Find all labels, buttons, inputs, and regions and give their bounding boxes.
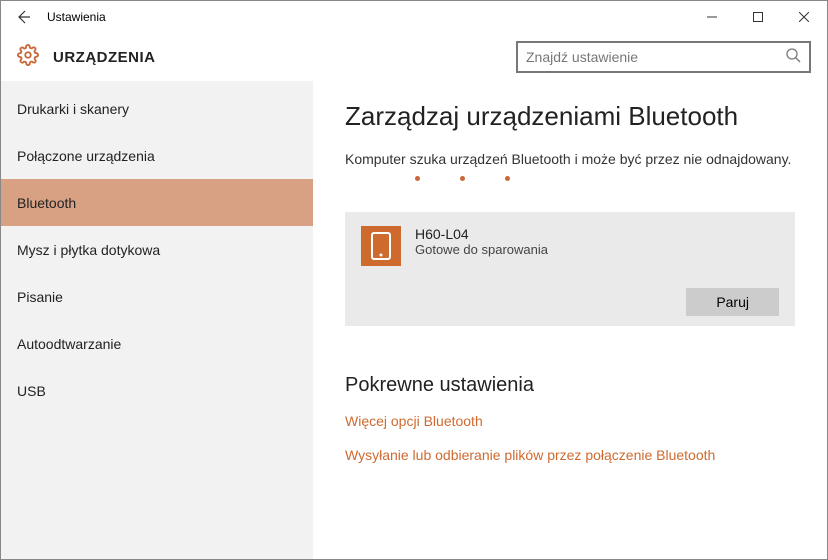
page-title: Zarządzaj urządzeniami Bluetooth	[345, 101, 795, 132]
gear-icon	[17, 44, 39, 71]
pair-button[interactable]: Paruj	[686, 288, 779, 316]
header: URZĄDZENIA	[1, 33, 827, 81]
back-button[interactable]	[13, 7, 33, 27]
sidebar-item-label: Bluetooth	[17, 195, 76, 211]
sidebar-item-label: Drukarki i skanery	[17, 101, 129, 117]
minimize-button[interactable]	[689, 1, 735, 33]
sidebar-item-usb[interactable]: USB	[1, 367, 313, 414]
device-status: Gotowe do sparowania	[415, 242, 548, 257]
scan-status-text: Komputer szuka urządzeń Bluetooth i może…	[345, 150, 795, 170]
minimize-icon	[707, 12, 717, 22]
sidebar-item-label: Połączone urządzenia	[17, 148, 155, 164]
progress-dots	[345, 176, 795, 196]
maximize-button[interactable]	[735, 1, 781, 33]
sidebar-item-label: Pisanie	[17, 289, 63, 305]
sidebar-item-label: USB	[17, 383, 46, 399]
link-more-bluetooth-options[interactable]: Więcej opcji Bluetooth	[345, 413, 795, 429]
sidebar-item-printers[interactable]: Drukarki i skanery	[1, 85, 313, 132]
close-icon	[799, 12, 809, 22]
maximize-icon	[753, 12, 763, 22]
progress-dot	[505, 176, 510, 181]
sidebar-item-mouse-touchpad[interactable]: Mysz i płytka dotykowa	[1, 226, 313, 273]
search-box[interactable]	[516, 41, 811, 73]
titlebar: Ustawienia	[1, 1, 827, 33]
device-card[interactable]: H60-L04 Gotowe do sparowania Paruj	[345, 212, 795, 326]
search-icon	[785, 47, 801, 68]
header-title: URZĄDZENIA	[53, 49, 156, 66]
related-heading: Pokrewne ustawienia	[345, 374, 795, 397]
close-button[interactable]	[781, 1, 827, 33]
content: Zarządzaj urządzeniami Bluetooth Kompute…	[313, 81, 827, 559]
search-input[interactable]	[526, 49, 785, 65]
sidebar-item-label: Mysz i płytka dotykowa	[17, 242, 160, 258]
sidebar-item-connected-devices[interactable]: Połączone urządzenia	[1, 132, 313, 179]
arrow-left-icon	[15, 9, 31, 25]
device-name: H60-L04	[415, 226, 548, 242]
sidebar-item-bluetooth[interactable]: Bluetooth	[1, 179, 313, 226]
phone-icon	[361, 226, 401, 266]
sidebar-item-label: Autoodtwarzanie	[17, 336, 121, 352]
sidebar-item-typing[interactable]: Pisanie	[1, 273, 313, 320]
sidebar: Drukarki i skanery Połączone urządzenia …	[1, 81, 313, 559]
link-send-receive-files[interactable]: Wysyłanie lub odbieranie plików przez po…	[345, 447, 795, 463]
sidebar-item-autoplay[interactable]: Autoodtwarzanie	[1, 320, 313, 367]
progress-dot	[460, 176, 465, 181]
progress-dot	[415, 176, 420, 181]
window-title: Ustawienia	[47, 10, 106, 24]
